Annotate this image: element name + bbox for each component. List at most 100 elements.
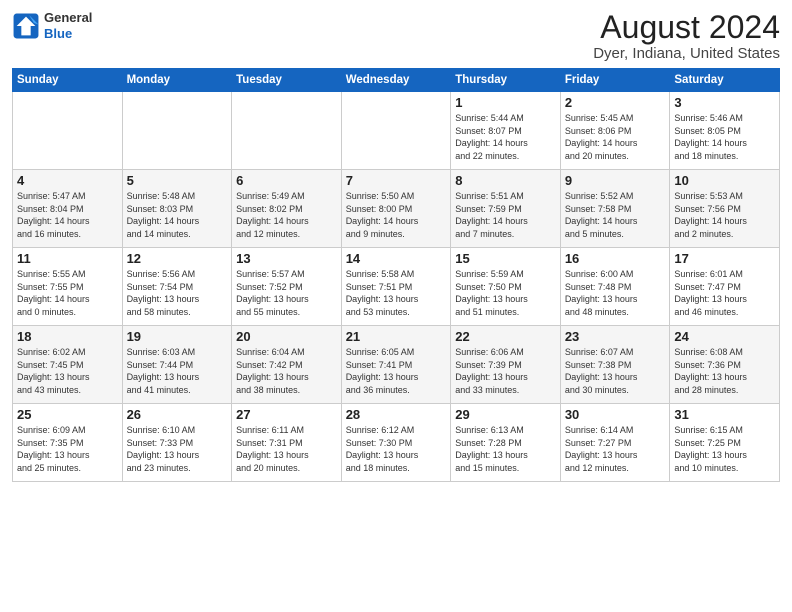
- day-number: 21: [346, 329, 447, 344]
- calendar-cell: 1Sunrise: 5:44 AM Sunset: 8:07 PM Daylig…: [451, 92, 561, 170]
- day-number: 30: [565, 407, 666, 422]
- day-number: 4: [17, 173, 118, 188]
- calendar-cell: [122, 92, 232, 170]
- cell-content: Sunrise: 5:49 AM Sunset: 8:02 PM Dayligh…: [236, 190, 337, 240]
- header-row: SundayMondayTuesdayWednesdayThursdayFrid…: [13, 69, 780, 92]
- calendar-cell: 3 Sunrise: 5:46 AM Sunset: 8:05 PM Daylig…: [670, 92, 780, 170]
- day-header-tuesday: Tuesday: [232, 69, 342, 92]
- day-number: 17: [674, 251, 775, 266]
- calendar-cell: 6 Sunrise: 5:49 AM Sunset: 8:02 PM Daylig…: [232, 170, 342, 248]
- page-container: General Blue August 2024 Dyer, Indiana, …: [0, 0, 792, 488]
- cell-content: Sunrise: 6:10 AM Sunset: 7:33 PM Dayligh…: [127, 424, 228, 474]
- calendar-cell: 15 Sunrise: 5:59 AM Sunset: 7:50 PM Dayli…: [451, 248, 561, 326]
- cell-content: Sunrise: 6:12 AM Sunset: 7:30 PM Dayligh…: [346, 424, 447, 474]
- day-number: 13: [236, 251, 337, 266]
- calendar-cell: 19Sunrise: 6:03 AM Sunset: 7:44 PM Dayli…: [122, 326, 232, 404]
- cell-content: Sunrise: 6:07 AM Sunset: 7:38 PM Dayligh…: [565, 346, 666, 396]
- week-row-2: 4Sunrise: 5:47 AM Sunset: 8:04 PM Daylig…: [13, 170, 780, 248]
- main-title: August 2024: [593, 10, 780, 45]
- cell-content: Sunrise: 5:52 AM Sunset: 7:58 PM Dayligh…: [565, 190, 666, 240]
- cell-content: Sunrise: 6:14 AM Sunset: 7:27 PM Dayligh…: [565, 424, 666, 474]
- day-number: 6: [236, 173, 337, 188]
- day-header-monday: Monday: [122, 69, 232, 92]
- calendar-cell: 29Sunrise: 6:13 AM Sunset: 7:28 PM Dayli…: [451, 404, 561, 482]
- header: General Blue August 2024 Dyer, Indiana, …: [12, 10, 780, 62]
- cell-content: Sunrise: 6:05 AM Sunset: 7:41 PM Dayligh…: [346, 346, 447, 396]
- day-number: 15: [455, 251, 556, 266]
- day-number: 5: [127, 173, 228, 188]
- calendar-cell: 12 Sunrise: 5:56 AM Sunset: 7:54 PM Dayli…: [122, 248, 232, 326]
- day-header-wednesday: Wednesday: [341, 69, 451, 92]
- day-number: 2: [565, 95, 666, 110]
- calendar-cell: 26 Sunrise: 6:10 AM Sunset: 7:33 PM Dayli…: [122, 404, 232, 482]
- cell-content: Sunrise: 5:48 AM Sunset: 8:03 PM Dayligh…: [127, 190, 228, 240]
- day-number: 1: [455, 95, 556, 110]
- day-number: 22: [455, 329, 556, 344]
- week-row-3: 11 Sunrise: 5:55 AM Sunset: 7:55 PM Dayli…: [13, 248, 780, 326]
- cell-content: Sunrise: 5:45 AM Sunset: 8:06 PM Dayligh…: [565, 112, 666, 162]
- day-number: 24: [674, 329, 775, 344]
- calendar-table: SundayMondayTuesdayWednesdayThursdayFrid…: [12, 68, 780, 482]
- day-number: 8: [455, 173, 556, 188]
- calendar-cell: 24 Sunrise: 6:08 AM Sunset: 7:36 PM Dayli…: [670, 326, 780, 404]
- cell-content: Sunrise: 6:15 AM Sunset: 7:25 PM Dayligh…: [674, 424, 775, 474]
- day-header-saturday: Saturday: [670, 69, 780, 92]
- logo-icon: [12, 12, 40, 40]
- day-number: 3: [674, 95, 775, 110]
- cell-content: Sunrise: 5:58 AM Sunset: 7:51 PM Dayligh…: [346, 268, 447, 318]
- calendar-cell: 22 Sunrise: 6:06 AM Sunset: 7:39 PM Dayli…: [451, 326, 561, 404]
- day-number: 29: [455, 407, 556, 422]
- calendar-cell: 18Sunrise: 6:02 AM Sunset: 7:45 PM Dayli…: [13, 326, 123, 404]
- cell-content: Sunrise: 6:04 AM Sunset: 7:42 PM Dayligh…: [236, 346, 337, 396]
- calendar-cell: 9 Sunrise: 5:52 AM Sunset: 7:58 PM Daylig…: [560, 170, 670, 248]
- week-row-1: 1Sunrise: 5:44 AM Sunset: 8:07 PM Daylig…: [13, 92, 780, 170]
- day-header-thursday: Thursday: [451, 69, 561, 92]
- day-number: 26: [127, 407, 228, 422]
- calendar-cell: 16Sunrise: 6:00 AM Sunset: 7:48 PM Dayli…: [560, 248, 670, 326]
- cell-content: Sunrise: 5:46 AM Sunset: 8:05 PM Dayligh…: [674, 112, 775, 162]
- calendar-cell: 8 Sunrise: 5:51 AM Sunset: 7:59 PM Daylig…: [451, 170, 561, 248]
- cell-content: Sunrise: 5:51 AM Sunset: 7:59 PM Dayligh…: [455, 190, 556, 240]
- week-row-4: 18Sunrise: 6:02 AM Sunset: 7:45 PM Dayli…: [13, 326, 780, 404]
- calendar-cell: 14Sunrise: 5:58 AM Sunset: 7:51 PM Dayli…: [341, 248, 451, 326]
- week-row-5: 25 Sunrise: 6:09 AM Sunset: 7:35 PM Dayli…: [13, 404, 780, 482]
- subtitle: Dyer, Indiana, United States: [593, 45, 780, 62]
- calendar-cell: 5 Sunrise: 5:48 AM Sunset: 8:03 PM Daylig…: [122, 170, 232, 248]
- calendar-cell: 27Sunrise: 6:11 AM Sunset: 7:31 PM Dayli…: [232, 404, 342, 482]
- day-number: 9: [565, 173, 666, 188]
- cell-content: Sunrise: 6:06 AM Sunset: 7:39 PM Dayligh…: [455, 346, 556, 396]
- day-number: 19: [127, 329, 228, 344]
- calendar-cell: 7 Sunrise: 5:50 AM Sunset: 8:00 PM Daylig…: [341, 170, 451, 248]
- cell-content: Sunrise: 6:11 AM Sunset: 7:31 PM Dayligh…: [236, 424, 337, 474]
- cell-content: Sunrise: 5:56 AM Sunset: 7:54 PM Dayligh…: [127, 268, 228, 318]
- cell-content: Sunrise: 5:59 AM Sunset: 7:50 PM Dayligh…: [455, 268, 556, 318]
- day-number: 11: [17, 251, 118, 266]
- calendar-cell: 25 Sunrise: 6:09 AM Sunset: 7:35 PM Dayli…: [13, 404, 123, 482]
- day-number: 10: [674, 173, 775, 188]
- cell-content: Sunrise: 5:50 AM Sunset: 8:00 PM Dayligh…: [346, 190, 447, 240]
- calendar-cell: 20 Sunrise: 6:04 AM Sunset: 7:42 PM Dayli…: [232, 326, 342, 404]
- calendar-cell: 2 Sunrise: 5:45 AM Sunset: 8:06 PM Daylig…: [560, 92, 670, 170]
- cell-content: Sunrise: 6:08 AM Sunset: 7:36 PM Dayligh…: [674, 346, 775, 396]
- day-number: 7: [346, 173, 447, 188]
- calendar-cell: 31 Sunrise: 6:15 AM Sunset: 7:25 PM Dayli…: [670, 404, 780, 482]
- calendar-cell: 13 Sunrise: 5:57 AM Sunset: 7:52 PM Dayli…: [232, 248, 342, 326]
- calendar-cell: 11 Sunrise: 5:55 AM Sunset: 7:55 PM Dayli…: [13, 248, 123, 326]
- day-number: 31: [674, 407, 775, 422]
- day-number: 20: [236, 329, 337, 344]
- day-number: 25: [17, 407, 118, 422]
- day-number: 12: [127, 251, 228, 266]
- calendar-cell: 17 Sunrise: 6:01 AM Sunset: 7:47 PM Dayli…: [670, 248, 780, 326]
- cell-content: Sunrise: 6:01 AM Sunset: 7:47 PM Dayligh…: [674, 268, 775, 318]
- logo: General Blue: [12, 10, 92, 41]
- calendar-cell: 10Sunrise: 5:53 AM Sunset: 7:56 PM Dayli…: [670, 170, 780, 248]
- cell-content: Sunrise: 5:55 AM Sunset: 7:55 PM Dayligh…: [17, 268, 118, 318]
- day-header-friday: Friday: [560, 69, 670, 92]
- day-header-sunday: Sunday: [13, 69, 123, 92]
- day-number: 18: [17, 329, 118, 344]
- day-number: 23: [565, 329, 666, 344]
- cell-content: Sunrise: 6:09 AM Sunset: 7:35 PM Dayligh…: [17, 424, 118, 474]
- logo-line1: General: [44, 10, 92, 26]
- calendar-cell: [232, 92, 342, 170]
- cell-content: Sunrise: 5:57 AM Sunset: 7:52 PM Dayligh…: [236, 268, 337, 318]
